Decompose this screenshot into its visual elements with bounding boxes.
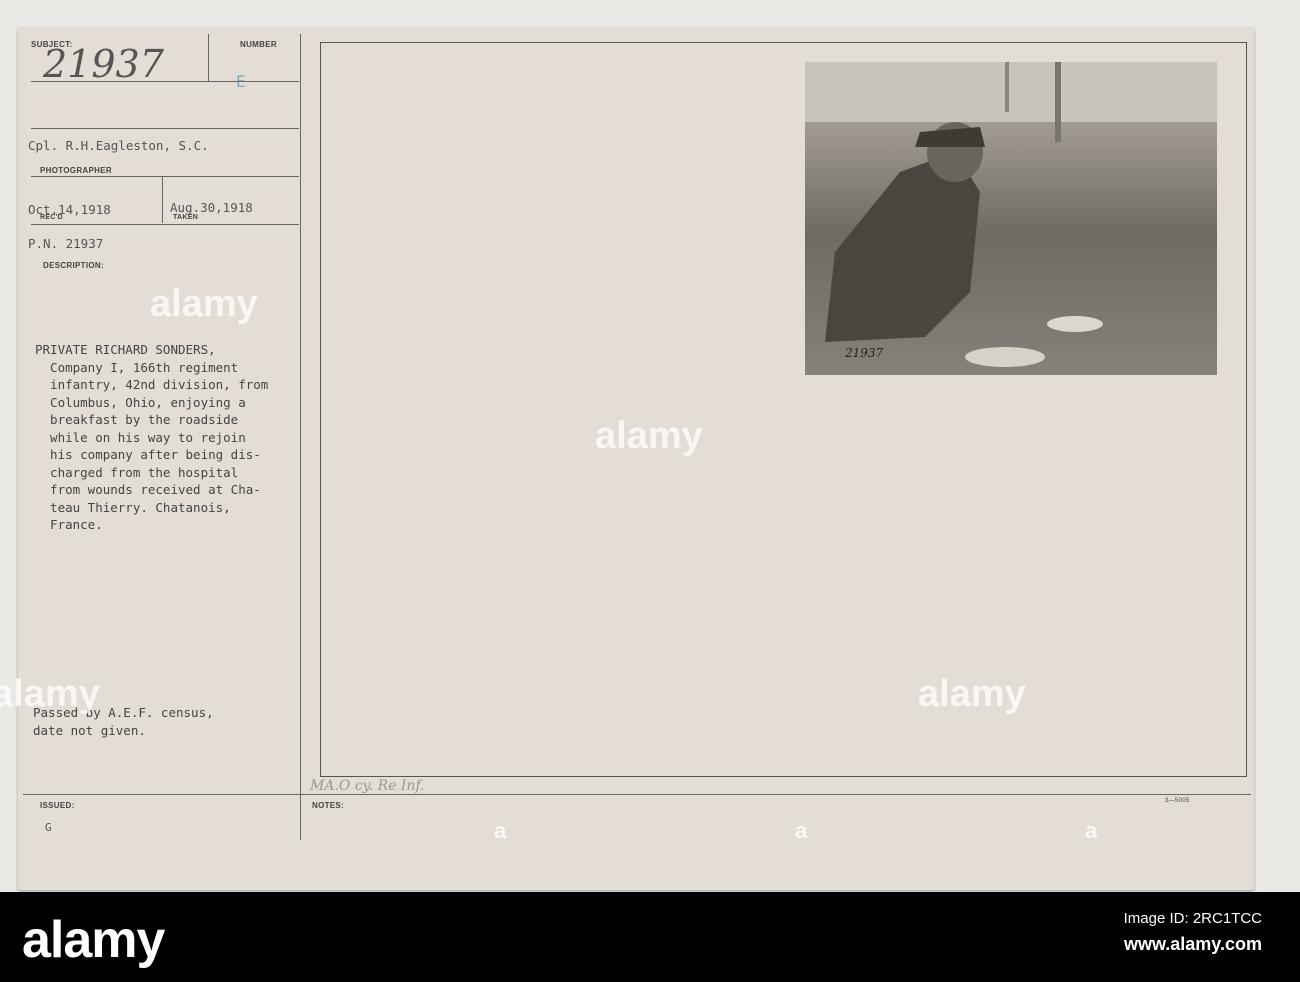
received-label: REC'D: [40, 214, 63, 221]
watermark-alamy: alamy: [595, 415, 703, 457]
taken-date: Aug.30,1918: [170, 200, 253, 215]
image-id: Image ID: 2RC1TCC: [1123, 910, 1262, 927]
issued-value: G: [45, 821, 52, 834]
alamy-url[interactable]: www.alamy.com: [1124, 934, 1262, 955]
subject-value: 21937: [43, 42, 164, 86]
taken-label: TAKEN: [173, 214, 199, 221]
footer-bar: alamy Image ID: 2RC1TCC www.alamy.com: [0, 892, 1300, 982]
alamy-logo: alamy: [22, 911, 165, 969]
watermark-letter: a: [1085, 818, 1098, 843]
issued-label: ISSUED:: [40, 801, 75, 810]
soldier-figure: [805, 62, 1217, 367]
form-number: 3—5005: [1165, 798, 1190, 804]
pn-number: P.N. 21937: [28, 236, 104, 251]
description-text: PRIVATE RICHARD SONDERS, Company I, 166t…: [35, 342, 269, 532]
number-label: NUMBER: [240, 40, 277, 49]
watermark-letter: a: [494, 818, 507, 843]
notes-label: NOTES:: [312, 801, 345, 810]
photographer-label: PHOTOGRAPHER: [40, 166, 112, 175]
photographer-name: Cpl. R.H.Eagleston, S.C.: [28, 138, 209, 153]
watermark-alamy: alamy: [918, 673, 1026, 715]
watermark-alamy: alamy: [0, 673, 100, 715]
soldier-photograph: 21937: [805, 62, 1217, 375]
photo-number: 21937: [845, 346, 884, 360]
notes-handwritten: MA.O cy. Re Inf.: [310, 778, 425, 794]
watermark-letter: a: [795, 818, 808, 843]
watermark-alamy: alamy: [150, 283, 258, 325]
description-label: DESCRIPTION:: [43, 261, 104, 270]
